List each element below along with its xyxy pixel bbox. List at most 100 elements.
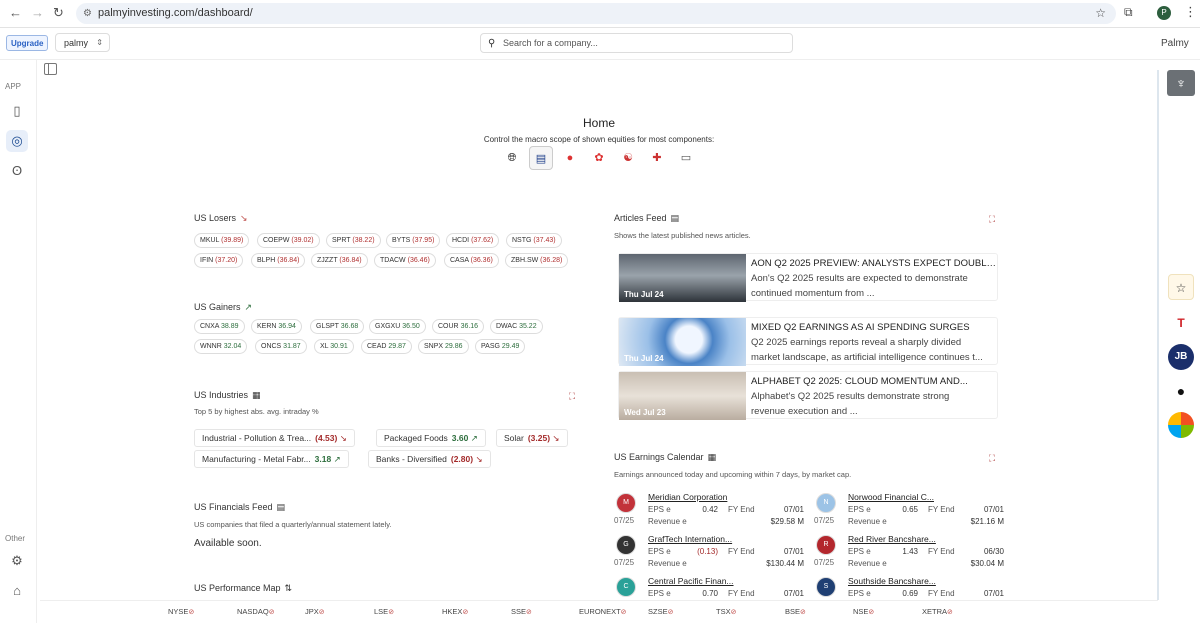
fy-end-label: FY End <box>928 505 955 514</box>
apple-logo-icon[interactable]: ● <box>1168 378 1194 404</box>
folder-icon[interactable]: ▭ <box>674 146 698 170</box>
earnings-item[interactable]: R 07/25 Red River Bancshare... EPS e 1.43 FY … <box>814 534 1004 576</box>
industry-chip[interactable]: Solar (3.25) ↘ <box>496 429 568 447</box>
industry-chip[interactable]: Manufacturing - Metal Fabr... 3.18 ↗ <box>194 450 349 468</box>
revenue-value: $29.58 M <box>770 517 804 526</box>
ticker-chip[interactable]: MKUL (39.89) <box>194 233 250 248</box>
industry-change: 3.60 <box>451 433 469 443</box>
ticker-chip[interactable]: ZBH.SW (36.28) <box>505 253 569 268</box>
ticker-chip[interactable]: CNXA 38.89 <box>194 319 245 334</box>
sort-arrows-icon[interactable]: ⇅ <box>285 583 293 593</box>
exchange-status[interactable]: LSE⊘ <box>374 607 394 616</box>
exchange-status[interactable]: NASDAQ⊘ <box>237 607 275 616</box>
ticker-chip[interactable]: CEAD 29.87 <box>361 339 412 354</box>
industry-chip[interactable]: Banks - Diversified (2.80) ↘ <box>368 450 491 468</box>
ticker-chip[interactable]: XL 30.91 <box>314 339 354 354</box>
kr-flag-icon[interactable]: ☯ <box>616 146 640 170</box>
exchange-status[interactable]: SZSE⊘ <box>648 607 673 616</box>
palm-tree-icon[interactable]: ♆ <box>1167 70 1195 96</box>
expand-articles-icon[interactable]: ⛶ <box>985 212 999 226</box>
ticker-chip[interactable]: COUR 36.16 <box>432 319 485 334</box>
ticker-chip[interactable]: SPRT (38.22) <box>326 233 381 248</box>
ticker-chip[interactable]: PASG 29.49 <box>475 339 526 354</box>
ticker-chip[interactable]: COEPW (39.02) <box>257 233 320 248</box>
ticker-symbol: CEAD <box>367 343 389 350</box>
ticker-chip[interactable]: SNPX 29.86 <box>418 339 469 354</box>
reload-icon[interactable]: ↻ <box>53 5 64 21</box>
settings-icon[interactable]: ⚙ <box>6 550 28 572</box>
fy-end-label: FY End <box>728 589 755 598</box>
ticker-chip[interactable]: ZJZZT (36.84) <box>311 253 368 268</box>
ticker-chip[interactable]: GXGXU 36.50 <box>369 319 426 334</box>
sidebar-toggle-icon[interactable] <box>44 63 57 75</box>
company-search-input[interactable]: ⚲ Search for a company... <box>480 33 793 53</box>
market-closed-icon: ⊘ <box>526 609 532 616</box>
upgrade-button[interactable]: Upgrade <box>6 35 49 51</box>
back-icon[interactable]: ← <box>9 5 22 20</box>
exchange-status[interactable]: NSE⊘ <box>853 607 874 616</box>
exchange-status[interactable]: BSE⊘ <box>785 607 806 616</box>
exchange-status[interactable]: JPX⊘ <box>305 607 325 616</box>
uk-flag-icon[interactable]: ✚ <box>645 146 669 170</box>
ticker-symbol: ONCS <box>261 343 284 350</box>
ticker-chip[interactable]: HCDI (37.62) <box>446 233 500 248</box>
exchange-status[interactable]: HKEX⊘ <box>442 607 468 616</box>
graduation-cap-icon[interactable]: ⌂ <box>6 580 28 602</box>
exchange-status[interactable]: EURONEXT⊘ <box>579 607 627 616</box>
industry-chip[interactable]: Packaged Foods 3.60 ↗ <box>376 429 486 447</box>
ticker-chip[interactable]: KERN 36.94 <box>251 319 302 334</box>
ticker-chip[interactable]: BYTS (37.95) <box>386 233 441 248</box>
exchange-status[interactable]: XETRA⊘ <box>922 607 953 616</box>
exchange-status[interactable]: NYSE⊘ <box>168 607 194 616</box>
microsoft-logo-icon[interactable] <box>1168 412 1194 438</box>
ticker-change: 32.04 <box>223 343 242 350</box>
market-closed-icon: ⊘ <box>462 609 469 616</box>
ticker-chip[interactable]: BLPH (36.84) <box>251 253 306 268</box>
company-name-link[interactable]: Central Pacific Finan... <box>648 576 734 586</box>
company-name-link[interactable]: Meridian Corporation <box>648 492 727 502</box>
bookmark-star-icon[interactable]: ☆ <box>1095 3 1106 24</box>
article-card[interactable]: Thu Jul 24 MIXED Q2 EARNINGS AS AI SPENDI… <box>618 317 998 366</box>
tesla-logo-icon[interactable]: T <box>1168 310 1194 336</box>
company-name-link[interactable]: Norwood Financial C... <box>848 492 934 502</box>
globe-icon[interactable]: 🌐︎ <box>500 146 524 170</box>
ticker-chip[interactable]: WNNR 32.04 <box>194 339 248 354</box>
fingerprint-icon[interactable]: ʘ <box>6 160 28 182</box>
company-name-link[interactable]: Southside Bancshare... <box>848 576 936 586</box>
ticker-chip[interactable]: DWAC 35.22 <box>490 319 543 334</box>
industry-chip[interactable]: Industrial - Pollution & Trea... (4.53) ↘ <box>194 429 355 447</box>
article-card[interactable]: Wed Jul 23 ALPHABET Q2 2025: CLOUD MOMENT… <box>618 371 998 420</box>
address-bar[interactable]: ⚙ palmyinvesting.com/dashboard/ ☆ <box>76 3 1116 24</box>
expand-industries-icon[interactable]: ⛶ <box>565 389 579 403</box>
earnings-item[interactable]: G 07/25 GrafTech Internation... EPS e (0.13)… <box>614 534 804 576</box>
exchange-status[interactable]: TSX⊘ <box>716 607 736 616</box>
hk-flag-icon[interactable]: ✿ <box>587 146 611 170</box>
ticker-chip[interactable]: TDACW (36.46) <box>374 253 436 268</box>
browser-menu-icon[interactable]: ⋮ <box>1184 4 1197 20</box>
favorites-star-icon[interactable]: ☆ <box>1168 274 1194 300</box>
trend-down-icon: ↘ <box>240 213 248 223</box>
earnings-item[interactable]: N 07/25 Norwood Financial C... EPS e 0.65 FY … <box>814 492 1004 534</box>
exchange-status[interactable]: SSE⊘ <box>511 607 532 616</box>
company-name-link[interactable]: Red River Bancshare... <box>848 534 936 544</box>
cn-flag-icon[interactable]: ● <box>558 146 582 170</box>
ticker-chip[interactable]: CASA (36.36) <box>444 253 499 268</box>
expand-earnings-icon[interactable]: ⛶ <box>985 451 999 465</box>
article-card[interactable]: Thu Jul 24 AON Q2 2025 PREVIEW: ANALYSTS … <box>618 253 998 302</box>
trend-down-icon: ↘ <box>550 433 560 443</box>
ticker-chip[interactable]: IFIN (37.20) <box>194 253 244 268</box>
ticker-chip[interactable]: ONCS 31.87 <box>255 339 307 354</box>
jpmorgan-logo-icon[interactable]: JB <box>1168 344 1194 370</box>
us-flag-icon[interactable]: ▤ <box>529 146 553 170</box>
extensions-icon[interactable]: ⧉ <box>1124 5 1133 20</box>
company-logo-icon: C <box>616 577 636 597</box>
profile-avatar[interactable]: P <box>1157 6 1171 20</box>
earnings-item[interactable]: M 07/25 Meridian Corporation EPS e 0.42 FY En… <box>614 492 804 534</box>
company-name-link[interactable]: GrafTech Internation... <box>648 534 732 544</box>
ticker-chip[interactable]: NSTG (37.43) <box>506 233 562 248</box>
ticker-change: (37.62) <box>471 237 494 244</box>
forward-icon[interactable]: → <box>31 5 44 20</box>
ticker-chip[interactable]: GLSPT 36.68 <box>310 319 365 334</box>
workspace-select[interactable]: palmy ⇕ <box>55 33 110 52</box>
site-settings-icon[interactable]: ⚙ <box>83 3 92 24</box>
